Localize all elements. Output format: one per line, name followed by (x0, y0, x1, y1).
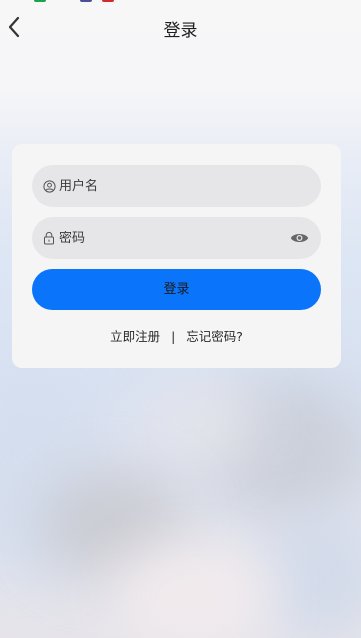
page-title: 登录 (163, 21, 198, 41)
login-button[interactable]: 登录 (32, 269, 321, 310)
user-circle-icon (42, 179, 56, 193)
header: 登录 (0, 0, 361, 54)
eye-icon[interactable] (290, 232, 309, 244)
register-link[interactable]: 立即注册 (110, 329, 160, 344)
background-blur-shape (110, 540, 280, 638)
password-input[interactable] (59, 230, 259, 246)
lock-icon (42, 231, 56, 245)
background-blur-shape (140, 380, 260, 470)
password-field[interactable] (32, 217, 321, 259)
username-input[interactable] (59, 178, 259, 194)
forgot-password-link[interactable]: 忘记密码? (186, 329, 243, 344)
login-card: 登录 立即注册 | 忘记密码? (12, 144, 341, 368)
auth-links: 立即注册 | 忘记密码? (12, 326, 341, 345)
password-visibility-toggle[interactable] (289, 229, 309, 247)
link-separator: | (171, 329, 176, 344)
username-field[interactable] (32, 165, 321, 207)
